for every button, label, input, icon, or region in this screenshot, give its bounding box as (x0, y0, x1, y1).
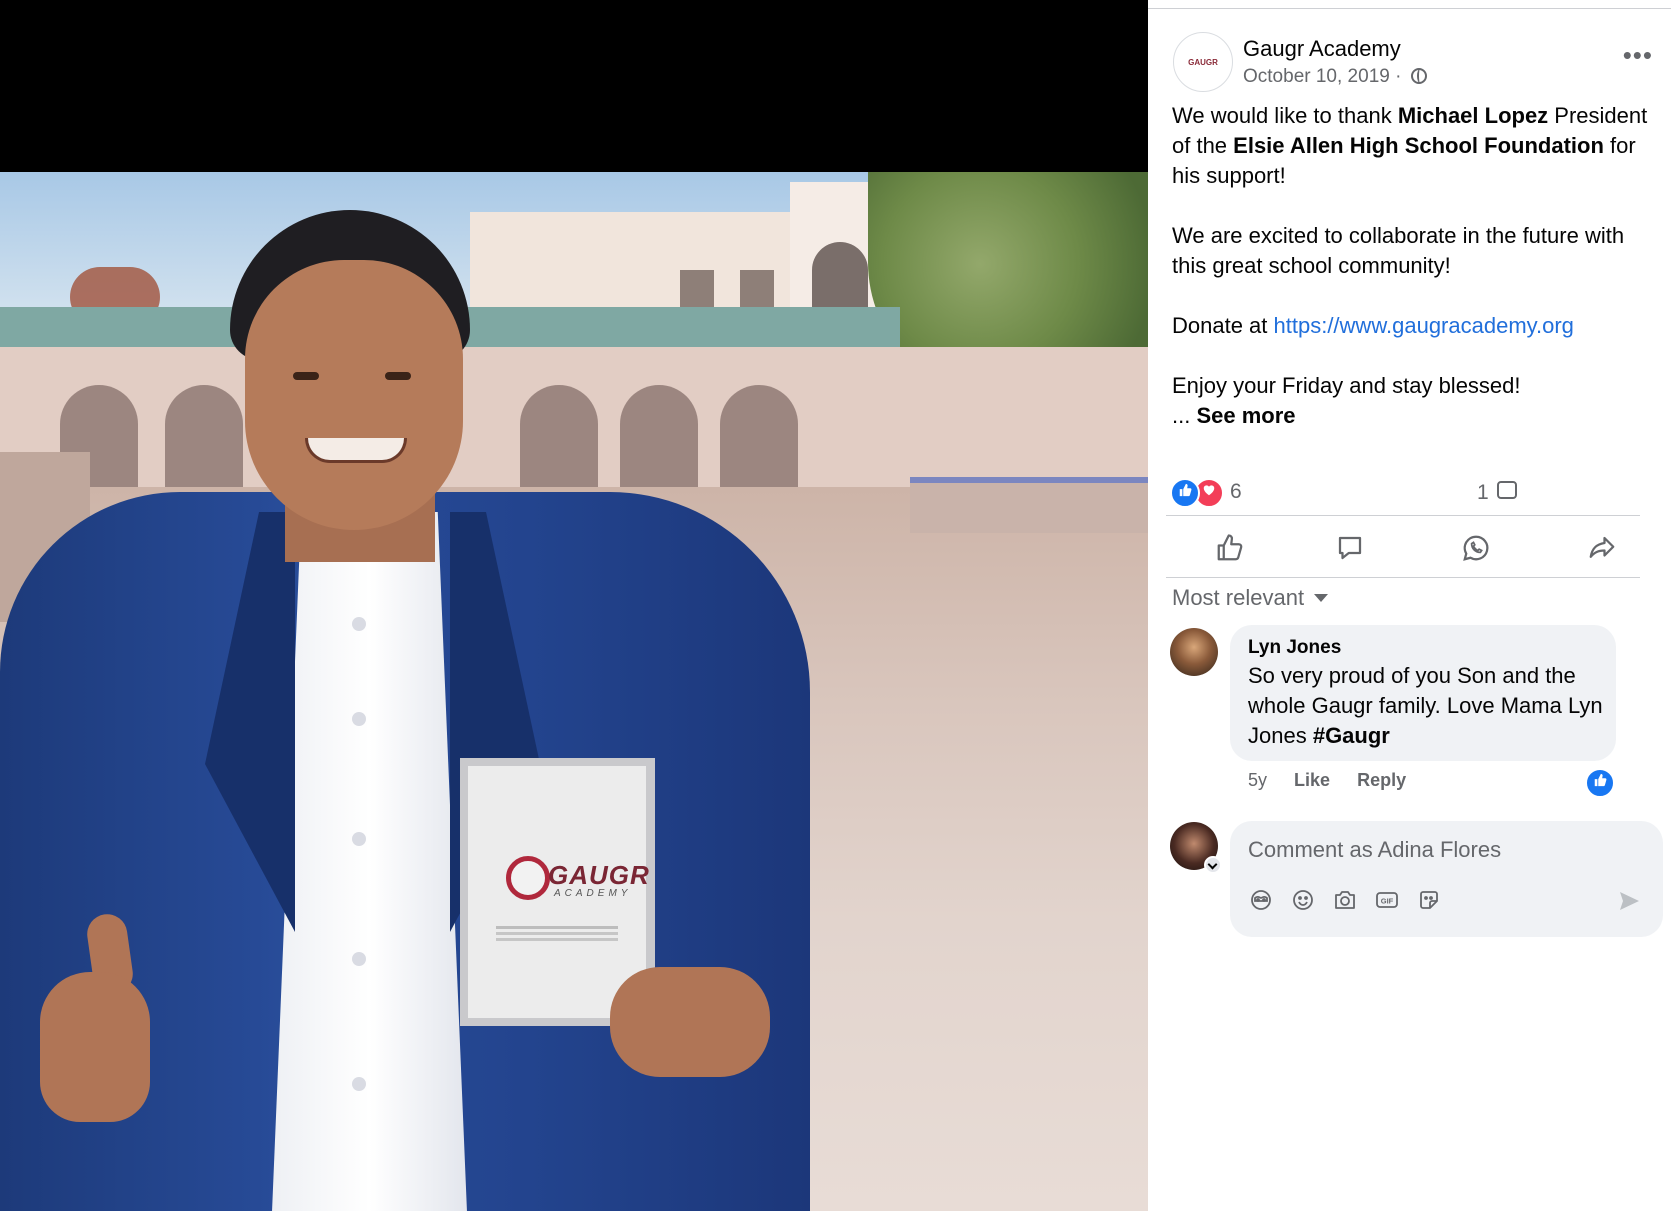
comment-bubble: Lyn Jones So very proud of you Son and t… (1230, 625, 1616, 761)
comment-composer: GIF (1230, 821, 1663, 937)
comment-input[interactable] (1248, 833, 1628, 867)
send-icon (1620, 892, 1639, 910)
composer-tools: GIF (1248, 887, 1442, 915)
comment-author-name[interactable]: Lyn Jones (1248, 637, 1341, 659)
person-shirt (272, 512, 467, 1211)
person-hand-right (610, 967, 770, 1077)
photo-arcade (0, 347, 1148, 487)
photo-wall (910, 477, 1148, 533)
card-logo-text: GAUGR (548, 860, 650, 890)
chevron-down-icon (1314, 594, 1329, 602)
comment-sort-dropdown[interactable]: Most relevant (1172, 585, 1329, 611)
card-logo-icon (506, 856, 550, 900)
comments-section: Most relevant Lyn Jones So very proud of… (1148, 0, 1671, 1211)
person-face (245, 260, 463, 530)
comment-author-avatar[interactable] (1170, 628, 1218, 676)
sticker-button[interactable] (1416, 887, 1442, 913)
comment-sort-label: Most relevant (1172, 585, 1305, 610)
comment-meta: 5y Like Reply (1248, 770, 1428, 791)
post-photo: GAUGR ACADEMY (0, 172, 1148, 1211)
emoji-icon (1293, 890, 1313, 910)
camera-button[interactable] (1332, 887, 1358, 913)
like-reaction-icon (1170, 478, 1200, 508)
gif-button[interactable]: GIF (1374, 887, 1400, 913)
send-comment-button[interactable] (1617, 889, 1641, 918)
svg-text:GIF: GIF (1381, 897, 1394, 906)
switch-profile-chevron-icon[interactable] (1204, 856, 1222, 874)
gif-icon: GIF (1376, 892, 1398, 908)
camera-icon (1335, 891, 1355, 909)
comment-reply-button[interactable]: Reply (1357, 770, 1406, 790)
comment-hashtag[interactable]: #Gaugr (1313, 723, 1390, 748)
comment-like-reaction-icon[interactable] (1585, 768, 1615, 798)
sticker-icon (1420, 891, 1438, 909)
post-photo-viewer[interactable]: GAUGR ACADEMY (0, 0, 1148, 1211)
avatar-sticker-icon (1251, 890, 1271, 910)
comment-text: So very proud of you Son and the whole G… (1248, 663, 1603, 748)
person-hand-left (40, 972, 150, 1122)
comment-age[interactable]: 5y (1248, 770, 1267, 790)
emoji-button[interactable] (1290, 887, 1316, 913)
card-fine-print (496, 926, 618, 929)
comment-like-button[interactable]: Like (1294, 770, 1330, 790)
avatar-sticker-button[interactable] (1248, 887, 1274, 913)
card-logo-subtext: ACADEMY (554, 888, 632, 899)
